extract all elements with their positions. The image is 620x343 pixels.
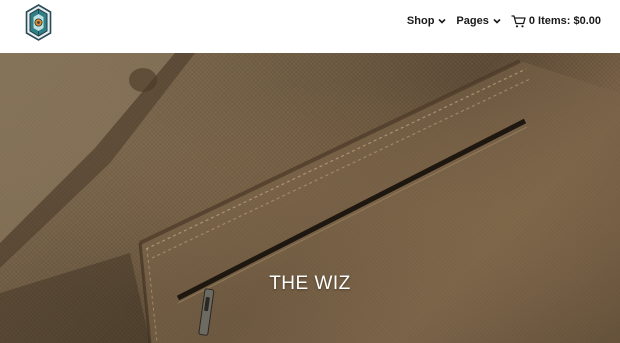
site-header: Shop Pages 0 Items: $0.00 [0, 0, 620, 53]
nav-pages-label: Pages [456, 15, 489, 27]
hero-title: THE WIZ [269, 273, 351, 294]
chevron-down-icon [438, 18, 446, 24]
hero-banner: THE WIZ [0, 53, 620, 343]
shopping-cart-icon [511, 14, 526, 27]
chevron-down-icon [493, 18, 501, 24]
hexagon-emblem-icon[interactable] [25, 4, 52, 41]
cart-summary: 0 Items: $0.00 [528, 15, 601, 27]
nav-pages[interactable]: Pages [456, 15, 501, 27]
cart-link[interactable]: 0 Items: $0.00 [511, 14, 601, 28]
canvas-jacket-pocket-photo [0, 53, 620, 343]
nav-shop[interactable]: Shop [407, 15, 447, 27]
main-navigation: Shop Pages 0 Items: $0.00 [397, 0, 601, 42]
nav-shop-label: Shop [406, 15, 435, 27]
